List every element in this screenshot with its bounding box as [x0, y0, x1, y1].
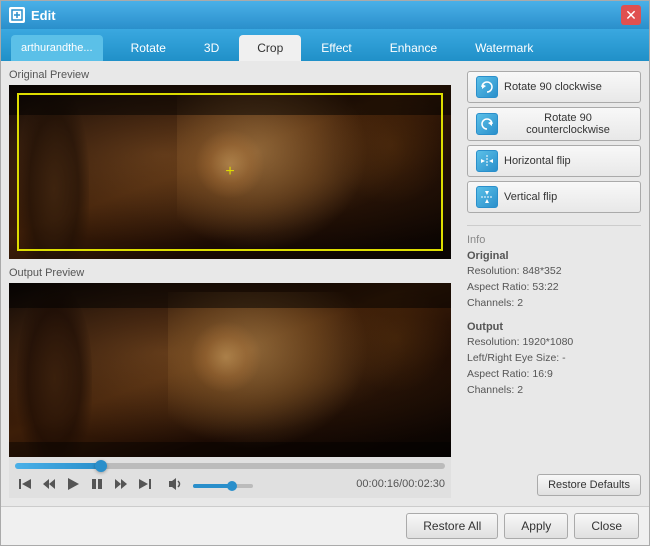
- tab-rotate[interactable]: Rotate: [113, 35, 184, 61]
- player-bar: 00:00:16/00:02:30: [9, 457, 451, 498]
- restore-defaults-button[interactable]: Restore Defaults: [537, 474, 641, 496]
- output-preview: [9, 283, 451, 457]
- rotate-cw-icon: [476, 76, 498, 98]
- file-tab-label: arthurandthe...: [21, 42, 93, 54]
- tab-enhance[interactable]: Enhance: [372, 35, 455, 61]
- controls-row: 00:00:16/00:02:30: [15, 474, 445, 494]
- output-lr-size: Left/Right Eye Size: -: [467, 351, 641, 367]
- v-flip-icon: [476, 186, 498, 208]
- h-flip-button[interactable]: Horizontal flip: [467, 145, 641, 177]
- info-title: Info: [467, 234, 641, 246]
- volume-icon[interactable]: [165, 474, 185, 494]
- tab-crop[interactable]: Crop: [239, 35, 301, 61]
- info-section: Info Original Resolution: 848*352 Aspect…: [467, 225, 641, 408]
- content-area: Original Preview: [1, 61, 649, 506]
- output-channels: Channels: 2: [467, 383, 641, 399]
- skip-start-button[interactable]: [15, 474, 35, 494]
- original-aspect-ratio: Aspect Ratio: 53:22: [467, 280, 641, 296]
- output-preview-label: Output Preview: [9, 267, 451, 279]
- right-panel: Rotate 90 clockwise Rotate 90 counterclo…: [459, 61, 649, 506]
- volume-slider[interactable]: [193, 477, 253, 491]
- original-preview-label: Original Preview: [9, 69, 451, 81]
- output-info-group: Output Resolution: 1920*1080 Left/Right …: [467, 321, 641, 398]
- output-resolution: Resolution: 1920*1080: [467, 335, 641, 351]
- rotate-cw-button[interactable]: Rotate 90 clockwise: [467, 71, 641, 103]
- tab-watermark[interactable]: Watermark: [457, 35, 551, 61]
- app-icon: [9, 7, 25, 23]
- file-tab[interactable]: arthurandthe...: [11, 35, 103, 61]
- v-flip-button[interactable]: Vertical flip: [467, 181, 641, 213]
- time-display: 00:00:16/00:02:30: [356, 478, 445, 490]
- original-info-title: Original: [467, 250, 641, 262]
- main-window: Edit ✕ arthurandthe... Rotate 3D Crop Ef…: [0, 0, 650, 546]
- tabs-bar: arthurandthe... Rotate 3D Crop Effect En…: [1, 29, 649, 61]
- seek-bar[interactable]: [15, 463, 445, 469]
- close-window-button[interactable]: ✕: [621, 5, 641, 25]
- original-channels: Channels: 2: [467, 296, 641, 312]
- rotate-ccw-icon: [476, 113, 498, 135]
- original-info-group: Original Resolution: 848*352 Aspect Rati…: [467, 250, 641, 311]
- tab-3d[interactable]: 3D: [186, 35, 237, 61]
- crop-crosshair: +: [225, 163, 234, 181]
- title-bar: Edit ✕: [1, 1, 649, 29]
- play-button[interactable]: [63, 474, 83, 494]
- skip-end-button[interactable]: [135, 474, 155, 494]
- close-button[interactable]: Close: [574, 513, 639, 539]
- seek-thumb[interactable]: [95, 460, 107, 472]
- seek-fill: [15, 463, 101, 469]
- rotate-ccw-button[interactable]: Rotate 90 counterclockwise: [467, 107, 641, 141]
- original-preview: +: [9, 85, 451, 259]
- h-flip-icon: [476, 150, 498, 172]
- tab-effect[interactable]: Effect: [303, 35, 369, 61]
- left-panel: Original Preview: [1, 61, 459, 506]
- restore-all-button[interactable]: Restore All: [406, 513, 498, 539]
- bottom-bar: Restore All Apply Close: [1, 506, 649, 545]
- step-back-button[interactable]: [39, 474, 59, 494]
- output-info-title: Output: [467, 321, 641, 333]
- pause-button[interactable]: [87, 474, 107, 494]
- original-resolution: Resolution: 848*352: [467, 264, 641, 280]
- output-aspect-ratio: Aspect Ratio: 16:9: [467, 367, 641, 383]
- window-title: Edit: [31, 8, 621, 23]
- apply-button[interactable]: Apply: [504, 513, 568, 539]
- step-forward-button[interactable]: [111, 474, 131, 494]
